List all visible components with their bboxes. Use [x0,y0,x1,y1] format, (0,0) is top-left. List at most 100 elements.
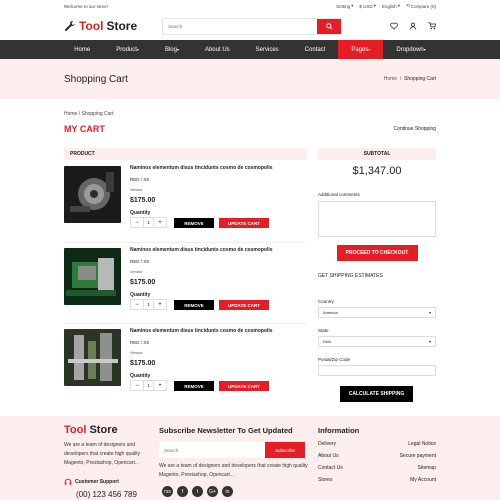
heart-icon[interactable] [390,22,398,30]
minus-button[interactable]: − [131,300,143,309]
product-variant: RED / XS [130,340,150,345]
search-bar [162,17,342,35]
footer-logo-part-2: Store [89,424,118,436]
subtotal-header: SUBTOTAL [318,148,436,160]
google-plus-icon[interactable]: G+ [207,486,218,497]
product-image[interactable] [64,166,121,223]
linkedin-icon[interactable]: in [222,486,233,497]
nav-label: Services [255,46,279,53]
subscribe-button[interactable]: Subscribe [265,442,305,458]
continue-shopping-link[interactable]: Continue Shopping [393,126,436,132]
setting-dropdown[interactable]: Setting ▾ [336,3,353,9]
breadcrumb-home[interactable]: Home [384,76,397,82]
calculate-shipping-button[interactable]: CALCULATE SHIPPING [340,386,413,402]
twitter-icon[interactable]: t [192,486,203,497]
header: Tool Store [0,12,500,40]
nav-blog[interactable]: Blog ▾ [152,40,192,59]
cart-main: Home / Shopping Cart MY CART Continue Sh… [0,99,500,419]
footer-link-about[interactable]: About Us [318,450,343,462]
cart-summary: SUBTOTAL $1,347.00 Additional comments P… [318,148,436,402]
product-variant: RED / XS [130,259,150,264]
chevron-down-icon: ▾ [368,47,371,52]
headset-icon [64,478,72,485]
nav-product[interactable]: Product ▾ [103,40,152,59]
product-price: $175.00 [130,279,156,286]
product-image[interactable] [64,329,121,386]
chevron-down-icon: ▾ [136,47,139,52]
country-label: Country [318,299,334,304]
compare-label: Compare (0) [410,3,436,9]
cart-item: Naminos elementum disus tincidunts cosmo… [64,323,307,403]
nav-contact[interactable]: Contact [292,40,339,59]
compare-link[interactable]: ⟲ Compare (0) [406,3,436,9]
nav-label: Dropdown [396,46,424,53]
update-cart-button[interactable]: UPDATE CART [219,300,269,310]
rss-icon[interactable]: rss [162,486,173,497]
social-links: rss f t G+ in [162,486,233,497]
minus-button[interactable]: − [131,381,143,390]
country-select[interactable]: America ▾ [318,307,436,318]
nav-home[interactable]: Home [61,40,103,59]
quantity-stepper: − 1 + [130,380,167,391]
nav-dropdown[interactable]: Dropdown ▾ [383,40,438,59]
remove-button[interactable]: REMOVE [174,381,214,391]
nav-label: Contact [304,46,326,53]
nav-label: Blog [164,46,177,53]
state-value: Delo [323,339,332,344]
nav-about[interactable]: About Us [192,40,243,59]
breadcrumb-separator: / [399,76,402,82]
user-icon[interactable] [409,22,417,30]
product-name[interactable]: Naminos elementum disus tincidunts cosmo… [130,247,300,253]
search-input[interactable] [163,18,317,34]
support-phone[interactable]: (00) 123 456 789 [76,490,137,499]
plus-button[interactable]: + [154,218,166,227]
footer-logo[interactable]: Tool Store [64,424,118,436]
checkout-button[interactable]: PROCEED TO CHECKOUT [336,245,418,261]
quantity-value[interactable]: 1 [143,300,154,309]
footer-link-sitemap[interactable]: Sitemap [400,462,436,474]
product-price: $175.00 [130,197,156,204]
language-label: English [381,3,397,9]
chevron-down-icon: ▾ [428,339,431,344]
language-dropdown[interactable]: English ▾ [382,3,400,9]
page-header: Shopping Cart Home / Shopping Cart [0,59,500,99]
zip-input[interactable] [318,365,436,376]
search-button[interactable] [317,18,341,34]
update-cart-button[interactable]: UPDATE CART [219,218,269,228]
plus-button[interactable]: + [154,381,166,390]
product-image[interactable] [64,248,121,305]
nav-services[interactable]: Services [243,40,292,59]
state-select[interactable]: Delo ▾ [318,336,436,347]
quantity-value[interactable]: 1 [143,381,154,390]
minus-button[interactable]: − [131,218,143,227]
plus-button[interactable]: + [154,300,166,309]
footer-link-delivery[interactable]: Delivery [318,438,343,450]
chevron-down-icon: ▾ [423,47,426,52]
footer-link-account[interactable]: My Account [400,474,436,486]
chevron-down-icon: ▾ [351,3,354,8]
remove-button[interactable]: REMOVE [174,218,214,228]
chevron-down-icon: ▾ [176,47,179,52]
chevron-down-icon: ▾ [373,3,376,8]
logo[interactable]: Tool Store [64,19,152,33]
info-title: Information [318,426,360,435]
newsletter-form: Subscribe [159,442,305,458]
remove-button[interactable]: REMOVE [174,300,214,310]
zip-label: Postal/Zip Code [318,357,351,362]
update-cart-button[interactable]: UPDATE CART [219,381,269,391]
footer-link-stores[interactable]: Stores [318,474,343,486]
search-icon [325,22,333,30]
footer-link-contact[interactable]: Contact Us [318,462,343,474]
product-name[interactable]: Naminos elementum disus tincidunts cosmo… [130,165,300,171]
cart-icon[interactable] [428,22,436,30]
quantity-value[interactable]: 1 [143,218,154,227]
facebook-icon[interactable]: f [177,486,188,497]
currency-dropdown[interactable]: $ USD ▾ [359,3,376,9]
newsletter-input[interactable] [159,442,265,458]
comments-textarea[interactable] [318,201,436,237]
quantity-label: Quantity [130,292,151,298]
footer-link-legal[interactable]: Legal Notice [400,438,436,450]
nav-pages[interactable]: Pages ▾ [338,40,384,59]
footer-link-secure-payment[interactable]: Secure payment [400,450,436,462]
product-name[interactable]: Naminos elementum disus tincidunts cosmo… [130,328,300,334]
